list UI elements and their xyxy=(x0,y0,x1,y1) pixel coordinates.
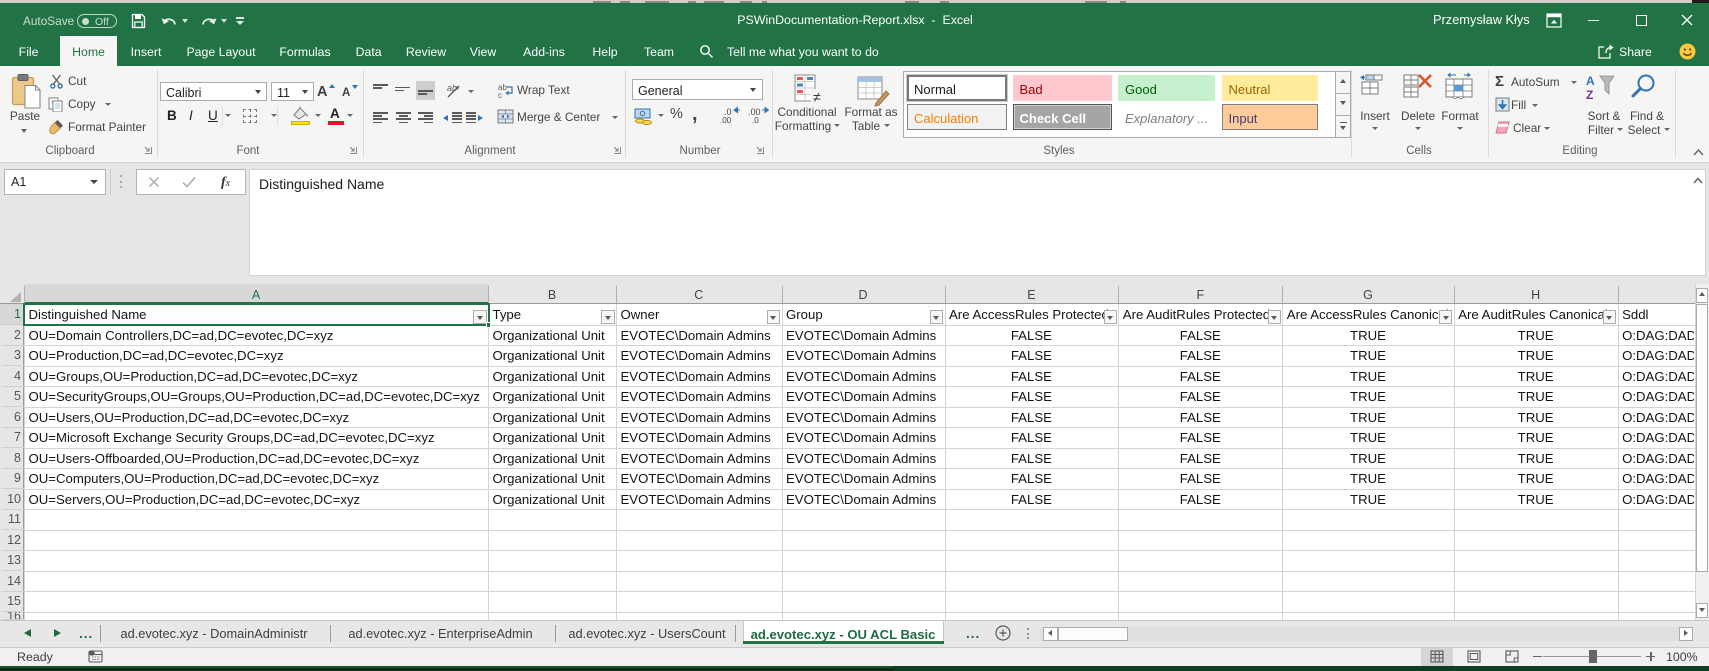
svg-text:ab: ab xyxy=(447,83,457,93)
svg-text:.00: .00 xyxy=(720,116,732,124)
svg-text:≠: ≠ xyxy=(813,89,821,105)
svg-text:.0: .0 xyxy=(752,116,759,124)
svg-text:Z: Z xyxy=(1586,88,1593,100)
svg-text:c: c xyxy=(498,91,502,99)
svg-text:A: A xyxy=(1586,74,1595,88)
